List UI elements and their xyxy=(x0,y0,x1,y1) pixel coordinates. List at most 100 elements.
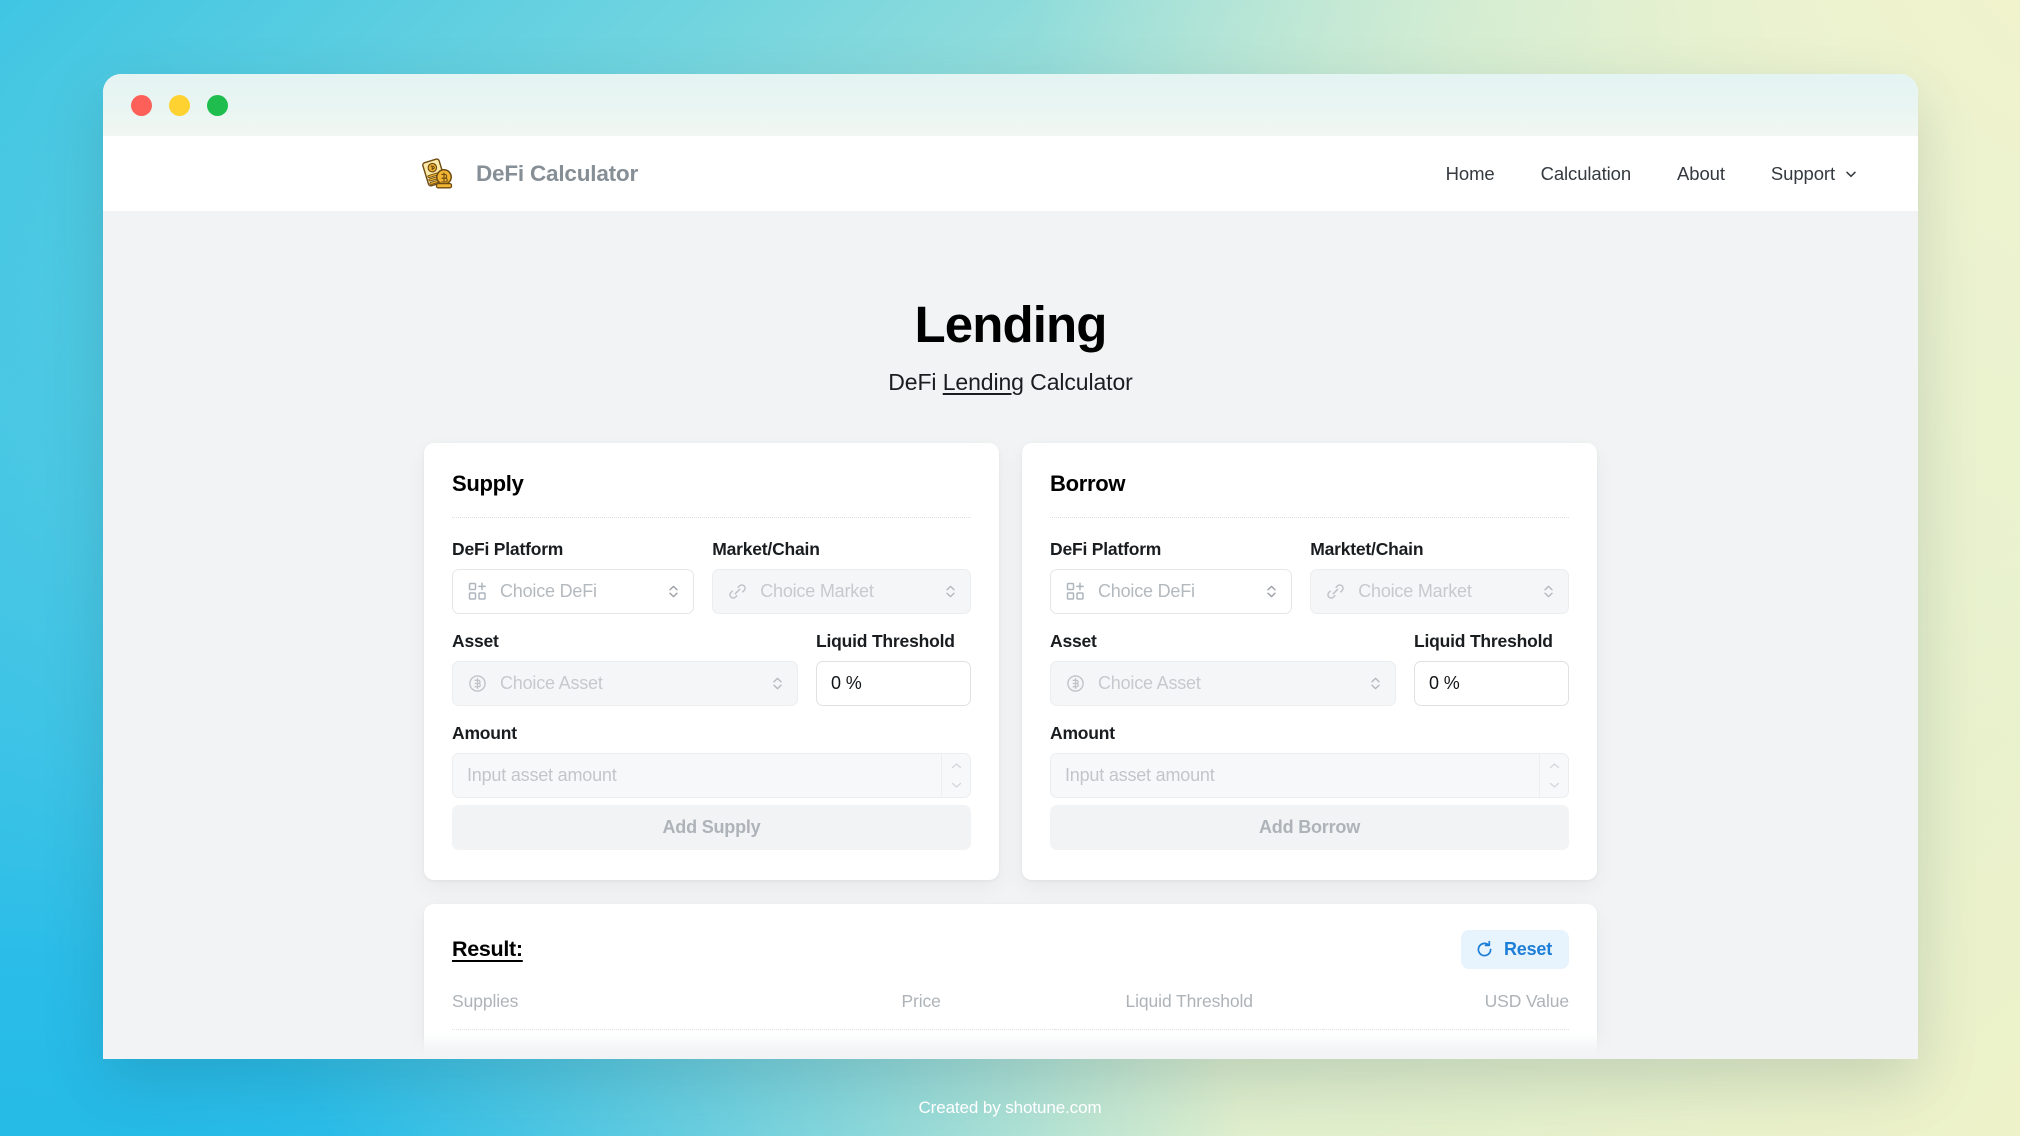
nav-item-about[interactable]: About xyxy=(1677,163,1725,185)
grid-plus-icon xyxy=(1066,582,1084,600)
supply-platform-market-row: DeFi Platform Choice DeFi Market/Chain C… xyxy=(452,539,972,614)
column-header-liquid-threshold: Liquid Threshold xyxy=(1055,991,1324,1030)
borrow-platform-select[interactable]: Choice DeFi xyxy=(1050,569,1293,614)
chevron-updown-icon xyxy=(773,677,782,690)
chevron-updown-icon xyxy=(1544,585,1553,598)
window-minimize-button[interactable] xyxy=(169,94,190,116)
borrow-market-select[interactable]: Choice Market xyxy=(1310,569,1570,614)
borrow-asset-field: Asset Choice Asset xyxy=(1050,631,1396,706)
footer-credit: Created by shotune.com xyxy=(918,1098,1102,1117)
borrow-threshold-label: Liquid Threshold xyxy=(1414,631,1553,651)
supply-amount-input[interactable]: Input asset amount xyxy=(452,753,971,798)
page-title: Lending xyxy=(914,296,1108,353)
supply-threshold-field: Liquid Threshold 0 % xyxy=(816,631,971,706)
supply-market-select[interactable]: Choice Market xyxy=(712,569,972,614)
chevron-up-icon[interactable] xyxy=(1548,762,1561,770)
supply-threshold-input[interactable]: 0 % xyxy=(816,661,971,706)
supply-asset-field: Asset Choice Asset xyxy=(452,631,798,706)
supply-card-divider xyxy=(452,517,971,518)
link-icon xyxy=(1327,584,1344,599)
chevron-updown-icon xyxy=(946,585,955,598)
borrow-amount-input[interactable]: Input asset amount xyxy=(1050,753,1569,798)
cell-usd-value: $182.03 xyxy=(1323,1030,1570,1059)
main-nav: Home Calculation About Support xyxy=(1446,163,1858,185)
window-maximize-button[interactable] xyxy=(207,94,228,116)
supply-platform-value: Choice DeFi xyxy=(500,581,597,601)
refresh-icon xyxy=(1477,940,1492,957)
supply-amount-field: Amount Input asset amount xyxy=(452,723,971,798)
borrow-card-title: Borrow xyxy=(1050,471,1126,496)
borrow-card: Borrow DeFi Platform Choice DeFi Marktet… xyxy=(1022,443,1597,880)
borrow-market-field: Marktet/Chain Choice Market xyxy=(1310,539,1570,614)
supply-card-title: Supply xyxy=(452,471,524,496)
cell-liquid-threshold: 75% xyxy=(1055,1030,1323,1059)
borrow-asset-value: Choice Asset xyxy=(1098,673,1201,693)
supply-platform-select[interactable]: Choice DeFi xyxy=(452,569,695,614)
link-icon xyxy=(729,584,746,599)
column-header-usd-value: USD Value xyxy=(1323,991,1569,1030)
table-row: 0.0571 $3187.86 75% $182.03 xyxy=(452,1030,1570,1059)
borrow-amount-placeholder: Input asset amount xyxy=(1065,765,1215,785)
borrow-platform-label: DeFi Platform xyxy=(1050,539,1162,559)
borrow-threshold-field: Liquid Threshold 0 % xyxy=(1414,631,1569,706)
supply-market-field: Market/Chain Choice Market xyxy=(712,539,972,614)
chevron-up-icon[interactable] xyxy=(950,762,963,770)
borrow-platform-value: Choice DeFi xyxy=(1098,581,1195,601)
page-subtitle-suffix: Calculator xyxy=(1023,369,1133,395)
chevron-down-icon[interactable] xyxy=(950,781,963,789)
borrow-card-divider xyxy=(1050,517,1569,518)
add-supply-button[interactable]: Add Supply xyxy=(452,805,971,850)
supply-card: Supply DeFi Platform Choice DeFi Market/… xyxy=(424,443,999,880)
borrow-asset-threshold-row: Asset Choice Asset Liquid Threshold 0 % xyxy=(1050,631,1569,706)
bitcoin-icon xyxy=(469,675,486,692)
nav-item-home[interactable]: Home xyxy=(1446,163,1495,185)
borrow-asset-label: Asset xyxy=(1050,631,1097,651)
chevron-down-icon[interactable] xyxy=(1548,781,1561,789)
reset-button-label: Reset xyxy=(1503,939,1552,959)
window-close-button[interactable] xyxy=(131,94,152,116)
chevron-updown-icon xyxy=(1267,585,1276,598)
supply-amount-label: Amount xyxy=(452,723,517,743)
nav-item-support[interactable]: Support xyxy=(1771,163,1858,185)
chevron-updown-icon xyxy=(1371,677,1380,690)
borrow-threshold-input[interactable]: 0 % xyxy=(1414,661,1569,706)
supply-threshold-label: Liquid Threshold xyxy=(816,631,955,651)
column-header-supplies: Supplies xyxy=(452,991,788,1030)
page-subtitle-prefix: DeFi xyxy=(888,369,943,395)
site-header: DeFi Calculator Home Calculation About S… xyxy=(103,136,1918,211)
supply-asset-select[interactable]: Choice Asset xyxy=(452,661,798,706)
defi-calculator-logo-icon xyxy=(422,157,453,188)
nav-item-calculation[interactable]: Calculation xyxy=(1541,163,1632,185)
supply-market-label: Market/Chain xyxy=(712,539,820,559)
page-subtitle-highlight: Lending xyxy=(942,369,1024,395)
borrow-asset-select[interactable]: Choice Asset xyxy=(1050,661,1396,706)
result-title: Result: xyxy=(452,937,523,961)
brand[interactable]: DeFi Calculator xyxy=(419,154,638,194)
borrow-amount-field: Amount Input asset amount xyxy=(1050,723,1569,798)
brand-name: DeFi Calculator xyxy=(476,160,639,186)
supply-asset-threshold-row: Asset Choice Asset Liquid Threshold 0 % xyxy=(452,631,971,706)
page-subtitle: DeFi Lending Calculator xyxy=(103,369,1918,396)
calculator-cards-row: Supply DeFi Platform Choice DeFi Market/… xyxy=(103,443,1918,880)
supply-asset-label: Asset xyxy=(452,631,499,651)
supply-platform-field: DeFi Platform Choice DeFi xyxy=(452,539,695,614)
result-card: Result: Reset Supplies Price Liquid Thre… xyxy=(424,904,1597,1059)
supply-asset-value: Choice Asset xyxy=(500,673,603,693)
cell-price: $3187.86 xyxy=(787,1030,1055,1059)
table-header-row: Supplies Price Liquid Threshold USD Valu… xyxy=(452,991,1569,1030)
column-header-price: Price xyxy=(787,991,1056,1030)
chevron-down-icon xyxy=(1846,171,1856,177)
app-window: DeFi Calculator Home Calculation About S… xyxy=(103,74,1918,1059)
borrow-platform-field: DeFi Platform Choice DeFi xyxy=(1050,539,1293,614)
borrow-amount-stepper[interactable] xyxy=(1539,754,1568,797)
result-table: Supplies Price Liquid Threshold USD Valu… xyxy=(452,991,1569,1059)
add-borrow-button[interactable]: Add Borrow xyxy=(1050,805,1569,850)
window-titlebar xyxy=(103,74,1918,136)
supply-amount-stepper[interactable] xyxy=(941,754,970,797)
bitcoin-icon xyxy=(1067,675,1084,692)
borrow-amount-label: Amount xyxy=(1050,723,1115,743)
borrow-market-label: Marktet/Chain xyxy=(1310,539,1424,559)
supply-market-value: Choice Market xyxy=(760,581,874,601)
cell-supplies: 0.0571 xyxy=(452,1030,787,1059)
reset-button[interactable]: Reset xyxy=(1460,930,1569,969)
